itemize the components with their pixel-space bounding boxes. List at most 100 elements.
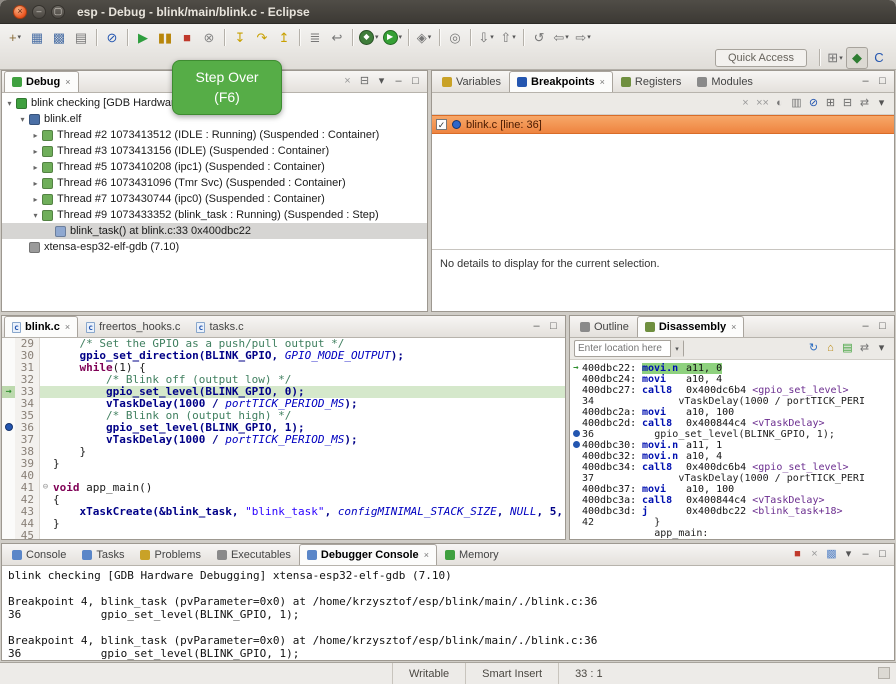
dropdown-arrow-icon[interactable]: ▾ — [512, 33, 516, 41]
link-with-debug-view-icon[interactable]: ⇄ — [856, 95, 873, 112]
minimize-view-icon[interactable]: – — [857, 318, 874, 335]
dropdown-arrow-icon[interactable]: ▾ — [587, 33, 591, 41]
minimize-view-icon[interactable]: – — [857, 73, 874, 90]
view-menu-icon[interactable]: ▾ — [873, 340, 890, 357]
remove-all-terminated-icon[interactable]: × — [339, 73, 356, 90]
maximize-window-button[interactable]: ▢ — [51, 5, 65, 19]
resume-icon[interactable]: ▶ — [132, 26, 154, 48]
tab-disassembly[interactable]: Disassembly× — [637, 316, 745, 337]
breakpoints-list[interactable]: ✓blink.c [line: 36] — [432, 115, 894, 249]
maximize-view-icon[interactable]: □ — [874, 318, 891, 335]
maximize-view-icon[interactable]: □ — [407, 73, 424, 90]
home-icon[interactable]: ⌂ — [822, 340, 839, 357]
tab-modules[interactable]: Modules — [689, 71, 761, 92]
breakpoint-checkbox[interactable]: ✓ — [436, 119, 447, 130]
tab-freertos-hooks-c[interactable]: cfreertos_hooks.c — [78, 316, 188, 337]
debug-tree-item[interactable]: xtensa-esp32-elf-gdb (7.10) — [2, 239, 427, 255]
c-cpp-perspective-icon[interactable]: C — [868, 47, 890, 69]
tab-variables[interactable]: Variables — [434, 71, 509, 92]
tree-expander-icon[interactable]: ▸ — [30, 147, 41, 156]
step-return-icon[interactable]: ↥ — [273, 26, 295, 48]
code-line[interactable]: 43 xTaskCreate(&blink_task, "blink_task"… — [2, 506, 565, 518]
console-output[interactable]: blink checking [GDB Hardware Debugging] … — [2, 566, 894, 660]
drop-to-frame-icon[interactable]: ↩ — [326, 26, 348, 48]
remove-launch-icon[interactable]: × — [806, 546, 823, 563]
tab-tasks-c[interactable]: ctasks.c — [188, 316, 251, 337]
remove-breakpoint-icon[interactable]: × — [737, 95, 754, 112]
code-line[interactable]: 41⊖void app_main() — [2, 482, 565, 494]
debug-tree[interactable]: ▾blink checking [GDB Hardware Debugging]… — [2, 93, 427, 311]
disassembly-line[interactable]: 400dbc34:call80x400dc6b4 <gpio_set_level… — [570, 462, 894, 473]
dropdown-arrow-icon[interactable]: ▾ — [18, 33, 22, 41]
debug-perspective-icon[interactable]: ◆ — [846, 47, 868, 69]
sync-with-active-context-icon[interactable]: ⇄ — [856, 340, 873, 357]
dropdown-arrow-icon[interactable]: ▾ — [375, 33, 379, 41]
new-wizard-icon[interactable]: +▾ — [4, 26, 26, 48]
dropdown-arrow-icon[interactable]: ▾ — [839, 54, 843, 62]
disassembly-line[interactable]: 400dbc30:movi.na11, 1 — [570, 440, 894, 451]
terminate-icon[interactable]: ■ — [176, 26, 198, 48]
debug-tree-item[interactable]: ▾Thread #9 1073433352 (blink_task : Runn… — [2, 207, 427, 223]
disassembly-line[interactable]: 42 } — [570, 517, 894, 528]
disassembly-line[interactable]: 400dbc3a:call80x400844c4 <vTaskDelay> — [570, 495, 894, 506]
tree-expander-icon[interactable]: ▸ — [30, 163, 41, 172]
location-input[interactable] — [575, 343, 670, 354]
minimize-view-icon[interactable]: – — [528, 318, 545, 335]
previous-annotation-icon[interactable]: ⇧▾ — [497, 26, 519, 48]
disassembly-line[interactable]: 400dbc27:call80x400dc6b4 <gpio_set_level… — [570, 385, 894, 396]
tab-breakpoints[interactable]: Breakpoints× — [509, 71, 613, 92]
close-window-button[interactable]: × — [13, 5, 27, 19]
disassembly-line[interactable]: 400dbc32:movi.na10, 4 — [570, 451, 894, 462]
disassembly-line[interactable]: 400dbc24:movia10, 4 — [570, 374, 894, 385]
combo-dropdown-icon[interactable]: ▾ — [670, 340, 683, 357]
close-icon[interactable]: × — [65, 77, 70, 87]
maximize-view-icon[interactable]: □ — [874, 73, 891, 90]
code-line[interactable]: 39} — [2, 458, 565, 470]
location-combo[interactable]: ▾ — [574, 340, 684, 357]
print-icon[interactable]: ▤ — [70, 26, 92, 48]
maximize-view-icon[interactable]: □ — [874, 546, 891, 563]
tree-expander-icon[interactable]: ▸ — [30, 195, 41, 204]
instruction-stepping-icon[interactable]: ≣ — [304, 26, 326, 48]
dropdown-arrow-icon[interactable]: ▾ — [565, 33, 569, 41]
debug-icon[interactable]: ◆▾ — [357, 26, 381, 48]
minimize-view-icon[interactable]: – — [857, 546, 874, 563]
external-tools-icon[interactable]: ◈▾ — [413, 26, 435, 48]
disassembly-line[interactable]: 400dbc3d:j0x400dbc22 <blink_task+18> — [570, 506, 894, 517]
view-menu-icon[interactable]: ▾ — [873, 95, 890, 112]
suspend-icon[interactable]: ▮▮ — [154, 26, 176, 48]
expand-all-icon[interactable]: ⊞ — [822, 95, 839, 112]
disassembly-line[interactable]: 36 gpio_set_level(BLINK_GPIO, 1); — [570, 429, 894, 440]
disassembly-line[interactable]: 400dbc2a:movia10, 100 — [570, 407, 894, 418]
disconnect-icon[interactable]: ⊗ — [198, 26, 220, 48]
tab-tasks[interactable]: Tasks — [74, 544, 132, 565]
disassembly-line[interactable]: 400dbc37:movia10, 100 — [570, 484, 894, 495]
save-all-icon[interactable]: ▩ — [48, 26, 70, 48]
skip-all-breakpoints-icon[interactable]: ⊘ — [101, 26, 123, 48]
dropdown-arrow-icon[interactable]: ▾ — [428, 33, 432, 41]
debug-tree-item[interactable]: ▸Thread #3 1073413156 (IDLE) (Suspended … — [2, 143, 427, 159]
dropdown-arrow-icon[interactable]: ▾ — [490, 33, 494, 41]
open-perspective-icon[interactable]: ⊞▾ — [824, 47, 846, 69]
search-icon[interactable]: ◎ — [444, 26, 466, 48]
dropdown-arrow-icon[interactable]: ▾ — [399, 33, 403, 41]
terminate-icon[interactable]: ■ — [789, 546, 806, 563]
tree-expander-icon[interactable]: ▸ — [30, 179, 41, 188]
tab-console[interactable]: Console — [4, 544, 74, 565]
disassembly-line[interactable]: app_main: — [570, 528, 894, 539]
collapse-all-icon[interactable]: ⊟ — [839, 95, 856, 112]
show-breakpoints-for-selected-icon[interactable]: ◐ — [771, 95, 788, 112]
tree-expander-icon[interactable]: ▾ — [30, 211, 41, 220]
back-icon[interactable]: ⇦▾ — [550, 26, 572, 48]
tab-problems[interactable]: Problems — [132, 544, 208, 565]
tab-outline[interactable]: Outline — [572, 316, 637, 337]
last-edit-location-icon[interactable]: ↺ — [528, 26, 550, 48]
close-icon[interactable]: × — [65, 322, 70, 332]
tree-expander-icon[interactable]: ▾ — [17, 115, 28, 124]
refresh-icon[interactable]: ↻ — [805, 340, 822, 357]
close-icon[interactable]: × — [600, 77, 605, 87]
debug-tree-item[interactable]: ▸Thread #2 1073413512 (IDLE : Running) (… — [2, 127, 427, 143]
remove-all-breakpoints-icon[interactable]: ×× — [754, 95, 771, 112]
debug-tree-item[interactable]: blink_task() at blink.c:33 0x400dbc22 — [2, 223, 427, 239]
display-console-menu-icon[interactable]: ▾ — [840, 546, 857, 563]
